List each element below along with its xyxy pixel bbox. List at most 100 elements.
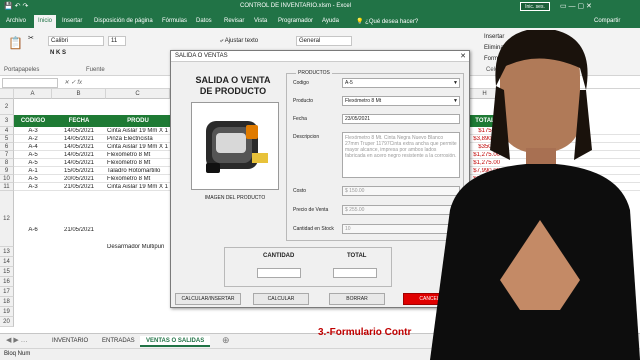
table-cell[interactable]: 21/05/2021 — [52, 184, 106, 190]
table-cell[interactable]: Cinta Aislar 19 Mm X 1 — [107, 128, 170, 134]
row-header[interactable]: 4 — [0, 127, 14, 135]
number-format-select[interactable]: General — [296, 36, 352, 46]
cut-icon[interactable]: ✂ — [28, 34, 34, 42]
cell-a6-product[interactable]: Desarmador Multipun — [107, 244, 170, 250]
paste-icon[interactable]: 📋 — [8, 36, 23, 50]
calcular-button[interactable]: CALCULAR — [253, 293, 309, 305]
row-header[interactable]: 15 — [0, 267, 14, 277]
table-cell[interactable]: Pinza Electricista — [107, 136, 170, 142]
wrap-text-button[interactable]: ⤶ Ajustar texto — [220, 38, 258, 45]
table-cell[interactable]: Taladro Rotomartillo — [107, 168, 170, 174]
row-header[interactable]: 2 — [0, 99, 14, 115]
total-label: TOTAL — [347, 253, 367, 259]
tab-formulas[interactable]: Fórmulas — [162, 18, 187, 24]
table-cell[interactable]: Flexómetro 8 Mt — [107, 176, 170, 182]
signin-button[interactable]: Inic. ses. — [520, 2, 550, 11]
quick-access-icons[interactable]: 💾 ↶ ↷ — [4, 2, 28, 10]
row-header[interactable]: 5 — [0, 135, 14, 143]
sheet-tab-inventario[interactable]: INVENTARIO — [46, 336, 94, 347]
row-header[interactable]: 18 — [0, 297, 14, 307]
window-controls[interactable]: ▭ — ▢ ✕ — [560, 2, 592, 10]
row-header[interactable]: 17 — [0, 287, 14, 297]
costo-label: Costo — [293, 188, 307, 194]
row-header[interactable]: 9 — [0, 167, 14, 175]
column-header-a[interactable]: A — [14, 89, 52, 99]
cantidad-input[interactable] — [257, 268, 301, 278]
table-cell[interactable]: 14/05/2021 — [52, 152, 106, 158]
table-cell[interactable]: Flexómetro 8 Mt — [107, 152, 170, 158]
table-cell[interactable]: 14/05/2021 — [52, 144, 106, 150]
descripcion-label: Descripcion — [293, 134, 320, 140]
sheet-nav-icons[interactable]: ◀ ▶ … — [6, 336, 28, 344]
tab-search[interactable]: 💡 ¿Qué desea hacer? — [356, 18, 418, 25]
corner-cell[interactable] — [0, 89, 14, 99]
tab-vista[interactable]: Vista — [254, 18, 267, 24]
table-cell[interactable]: Flexómetro 8 Mt — [107, 160, 170, 166]
table-cell[interactable]: A-3 — [14, 184, 52, 190]
row-header[interactable]: 8 — [0, 159, 14, 167]
font-size-select[interactable]: 11 — [108, 36, 126, 46]
tab-insertar[interactable]: Insertar — [62, 18, 82, 24]
row-header[interactable]: 7 — [0, 151, 14, 159]
tab-inicio[interactable]: Inicio — [34, 15, 57, 28]
table-cell[interactable]: A-5 — [14, 176, 52, 182]
row-header[interactable]: 14 — [0, 257, 14, 267]
sheet-tab-ventas[interactable]: VENTAS O SALIDAS — [140, 336, 211, 347]
table-cell[interactable]: Cinta Aislar 19 Mm X 1 — [107, 184, 170, 190]
ribbon-tabs: Archivo Inicio Insertar Disposición de p… — [0, 14, 640, 28]
table-cell[interactable]: A-5 — [14, 160, 52, 166]
tab-ayuda[interactable]: Ayuda — [322, 18, 339, 24]
cell-a6-code[interactable]: A-6 — [14, 227, 52, 233]
table-cell[interactable]: Cinta Aislar 19 Mm X 1 — [107, 144, 170, 150]
row-header[interactable]: 3 — [0, 115, 14, 127]
table-cell[interactable]: A-4 — [14, 144, 52, 150]
share-button[interactable]: Compartir — [594, 18, 620, 24]
font-name-select[interactable]: Calibri — [48, 36, 104, 46]
table-cell[interactable]: A-3 — [14, 128, 52, 134]
product-image — [191, 102, 279, 190]
cell-a6-date[interactable]: 21/05/2021 — [52, 227, 106, 233]
group-portapapeles: Portapapeles — [4, 67, 40, 73]
row-header[interactable]: 11 — [0, 183, 14, 191]
sheet-tab-entradas[interactable]: ENTRADAS — [96, 336, 141, 347]
cantidad-label: CANTIDAD — [263, 253, 295, 259]
fecha-label: Fecha — [293, 116, 307, 122]
row-header[interactable]: 6 — [0, 143, 14, 151]
tab-datos[interactable]: Datos — [196, 18, 212, 24]
search-label: ¿Qué desea hacer? — [365, 19, 419, 25]
row-header[interactable]: 12 — [0, 191, 14, 247]
tab-archivo[interactable]: Archivo — [6, 18, 26, 24]
status-text: Bloq Num — [4, 351, 31, 357]
table-cell[interactable]: A-5 — [14, 152, 52, 158]
table-cell[interactable]: 15/05/2021 — [52, 168, 106, 174]
row-header[interactable]: 20 — [0, 317, 14, 327]
table-cell[interactable]: A-1 — [14, 168, 52, 174]
row-header[interactable]: 16 — [0, 277, 14, 287]
image-caption: IMAGEN DEL PRODUCTO — [204, 195, 266, 201]
form-heading: SALIDA O VENTA DE PRODUCTO — [195, 75, 271, 96]
name-box[interactable] — [2, 78, 58, 88]
row-header[interactable]: 13 — [0, 247, 14, 257]
tab-programador[interactable]: Programador — [278, 18, 313, 24]
tab-disposicion[interactable]: Disposición de página — [94, 18, 153, 24]
total-input[interactable] — [333, 268, 377, 278]
table-cell[interactable]: 20/05/2021 — [52, 176, 106, 182]
table-cell[interactable]: 14/05/2021 — [52, 160, 106, 166]
header-producto: PRODU — [106, 115, 170, 127]
products-legend: PRODUCTOS — [296, 70, 332, 76]
table-cell[interactable]: A-2 — [14, 136, 52, 142]
column-header-c[interactable]: C — [106, 89, 170, 99]
bold-icon[interactable]: N K S — [50, 50, 66, 56]
row-header[interactable]: 19 — [0, 307, 14, 317]
video-caption: 3.-Formulario Contr — [318, 327, 412, 338]
row-header[interactable]: 10 — [0, 175, 14, 183]
borrar-button[interactable]: BORRAR — [329, 293, 385, 305]
calcular-insertar-button[interactable]: CALCULAR/INSERTAR — [175, 293, 241, 305]
column-header-b[interactable]: B — [52, 89, 106, 99]
add-sheet-icon[interactable]: ⊕ — [222, 335, 230, 346]
table-cell[interactable]: 14/05/2021 — [52, 128, 106, 134]
producto-value: Flexómetro 8 Mt — [345, 98, 382, 104]
table-cell[interactable]: 14/05/2021 — [52, 136, 106, 142]
codigo-value: A-5 — [345, 80, 353, 86]
tab-revisar[interactable]: Revisar — [224, 18, 244, 24]
